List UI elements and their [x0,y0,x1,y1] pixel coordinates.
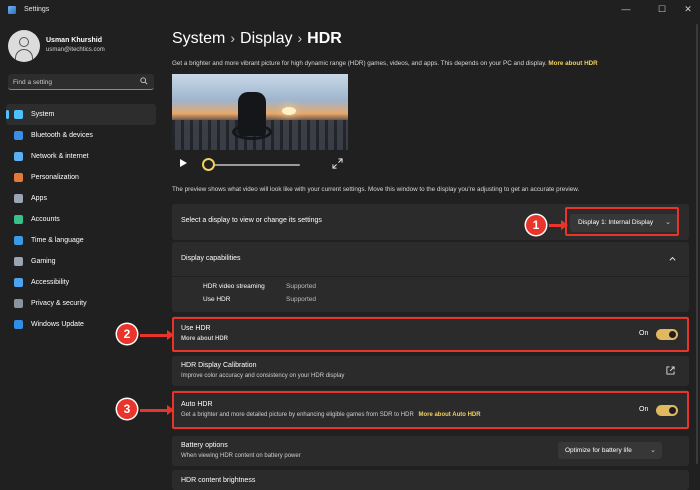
divider [172,276,689,277]
battery-subtitle: When viewing HDR content on battery powe… [181,453,301,459]
apps-icon [14,194,23,203]
display-select-label: Select a display to view or change its s… [181,217,322,224]
video-scrubber-track[interactable] [208,164,300,166]
open-external-icon[interactable] [666,366,675,375]
sidebar-item-time-language[interactable]: Time & language [6,230,156,251]
hdr-calibration-card[interactable]: HDR Display Calibration Improve color ac… [172,356,689,386]
sidebar-item-bluetooth-devices[interactable]: Bluetooth & devices [6,125,156,146]
more-about-hdr-link[interactable]: More about HDR [548,60,597,67]
battery-title: Battery options [181,442,228,449]
breadcrumb-separator: › [230,30,236,46]
sidebar-item-privacy-security[interactable]: Privacy & security [6,293,156,314]
video-scrubber-thumb[interactable] [202,158,215,171]
avatar-body-icon [15,49,33,62]
sidebar-item-label: Network & internet [31,153,89,160]
breadcrumb-system[interactable]: System [172,30,225,47]
display-capabilities-card: Display capabilities HDR video streaming… [172,242,689,312]
annotation-badge-3: 3 [117,399,137,419]
window-title: Settings [24,6,50,13]
annotation-arrow-3 [140,405,174,415]
annotation-box-3 [172,391,689,429]
sidebar-item-label: Personalization [31,174,79,181]
sidebar-item-label: Bluetooth & devices [31,132,93,139]
sidebar-item-label: Apps [31,195,47,202]
play-icon[interactable] [180,159,187,167]
video-player-controls [172,154,348,174]
sidebar-item-label: Privacy & security [31,300,87,307]
capability-value: Supported [286,283,316,290]
avatar[interactable] [8,30,40,62]
capability-name: HDR video streaming [203,283,265,290]
search-icon[interactable] [140,77,148,85]
video-rider [238,92,266,136]
annotation-arrow-1 [549,220,568,230]
globe-clock-icon [14,236,23,245]
sidebar-item-label: Accounts [31,216,60,223]
annotation-box-2 [172,317,689,352]
controller-icon [14,257,23,266]
battery-options-card: Battery options When viewing HDR content… [172,436,689,466]
capabilities-title: Display capabilities [181,255,241,262]
profile-name: Usman Khurshid [46,37,103,44]
person-icon [14,215,23,224]
annotation-arrow-2 [140,330,174,340]
minimize-button[interactable]: — [616,2,636,16]
wifi-icon [14,152,23,161]
video-sun [282,107,296,115]
monitor-icon [14,110,23,119]
calibration-subtitle: Improve color accuracy and consistency o… [181,373,345,379]
sidebar-item-network-internet[interactable]: Network & internet [6,146,156,167]
breadcrumb-display[interactable]: Display [240,30,292,47]
battery-dropdown[interactable]: Optimize for battery life ⌄ [558,442,662,459]
profile-email: usman@itechtics.com [46,47,105,53]
annotation-badge-1: 1 [526,215,546,235]
annotation-box-1 [565,207,679,236]
video-preview [172,74,348,150]
chevron-down-icon: ⌄ [650,447,656,454]
brush-icon [14,173,23,182]
preview-note: The preview shows what video will look l… [172,186,580,193]
sidebar-item-label: System [31,111,55,118]
search-input[interactable] [13,77,133,87]
sidebar-item-accounts[interactable]: Accounts [6,209,156,230]
breadcrumb: System › Display › HDR [172,30,342,48]
capability-name: Use HDR [203,296,231,303]
brightness-title: HDR content brightness [181,477,256,484]
sidebar-item-system[interactable]: System [6,104,156,125]
hdr-brightness-card: HDR content brightness [172,470,689,490]
shield-icon [14,299,23,308]
calibration-title: HDR Display Calibration [181,362,257,369]
page-title: HDR [307,30,342,47]
avatar-head-icon [19,37,29,47]
sidebar-item-gaming[interactable]: Gaming [6,251,156,272]
search-box[interactable] [8,74,154,90]
sidebar-item-label: Windows Update [31,321,84,328]
annotation-badge-2: 2 [117,324,137,344]
capability-value: Supported [286,296,316,303]
close-button[interactable]: ✕ [678,2,698,16]
title-bar: Settings — ☐ ✕ [0,0,700,20]
battery-dropdown-value: Optimize for battery life [565,447,632,454]
sidebar-item-apps[interactable]: Apps [6,188,156,209]
description-text: Get a brighter and more vibrant picture … [172,60,547,67]
expand-icon[interactable] [332,158,343,169]
settings-app-icon [8,6,16,14]
bluetooth-icon [14,131,23,140]
scrollbar[interactable] [696,24,698,464]
update-icon [14,320,23,329]
chevron-up-icon[interactable] [668,254,677,263]
sidebar-nav: System Bluetooth & devices Network & inter… [6,104,156,335]
sidebar-item-label: Accessibility [31,279,70,286]
sidebar-item-personalization[interactable]: Personalization [6,167,156,188]
maximize-button[interactable]: ☐ [652,2,672,16]
sidebar-item-label: Time & language [31,237,84,244]
sidebar-item-accessibility[interactable]: Accessibility [6,272,156,293]
page-description: Get a brighter and more vibrant picture … [172,60,598,67]
breadcrumb-separator: › [297,30,303,46]
accessibility-icon [14,278,23,287]
sidebar-item-label: Gaming [31,258,56,265]
